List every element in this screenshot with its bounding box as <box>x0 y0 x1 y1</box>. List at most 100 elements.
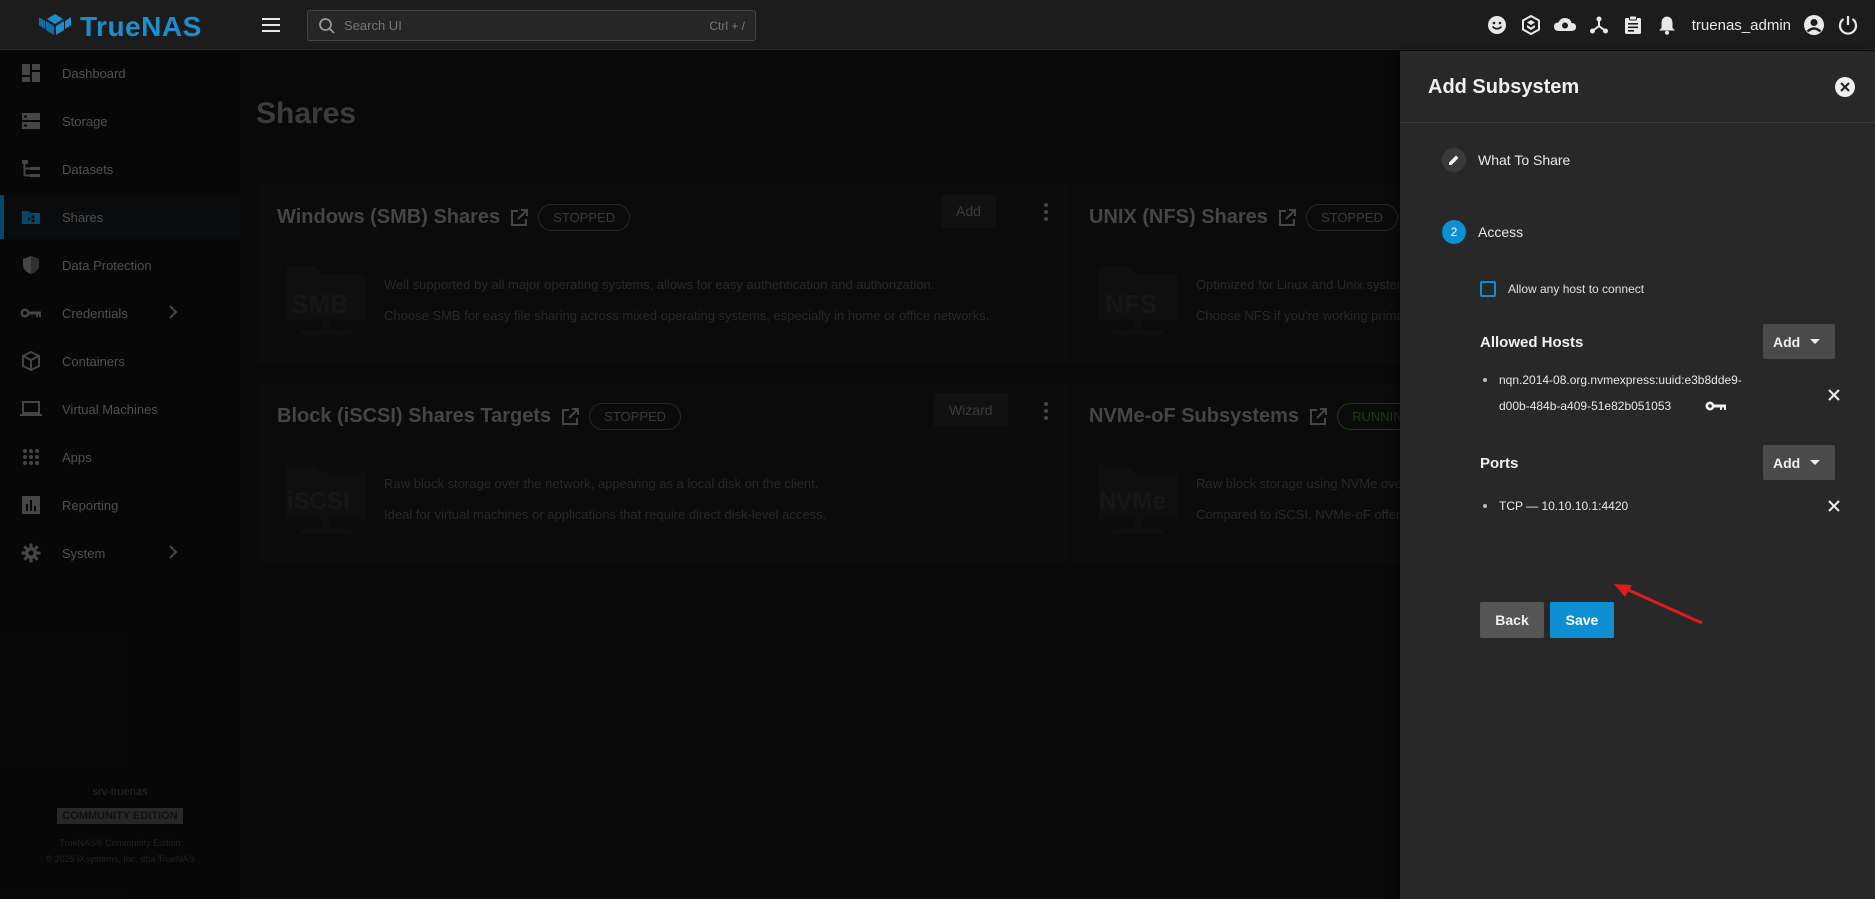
open-in-new-icon[interactable] <box>510 208 529 227</box>
directory-services-button[interactable] <box>1548 8 1582 42</box>
smb-shares-card: Windows (SMB) Shares STOPPED Add SMB Wel… <box>260 185 1068 363</box>
open-in-new-icon[interactable] <box>1278 208 1296 227</box>
card-description: Choose SMB for easy file sharing across … <box>384 308 990 323</box>
truenas-logo-icon <box>39 14 71 35</box>
list-bullet <box>1483 378 1487 382</box>
truecommand-icon <box>1521 15 1540 35</box>
step-label: What To Share <box>1478 152 1571 168</box>
truenas-logo[interactable]: TrueNAS <box>38 11 202 43</box>
ports-title: Ports <box>1480 455 1519 472</box>
power-button[interactable] <box>1831 8 1865 42</box>
search-input[interactable] <box>344 18 710 33</box>
truecommand-button[interactable] <box>1514 8 1548 42</box>
power-icon <box>1838 16 1858 35</box>
key-icon <box>20 302 42 324</box>
hostname-label: srv-truenas <box>92 786 148 798</box>
hamburger-icon <box>262 18 280 32</box>
caret-down-icon <box>1810 460 1821 465</box>
allowed-hosts-title: Allowed Hosts <box>1480 334 1584 351</box>
add-allowed-host-button[interactable]: Add <box>1763 324 1835 359</box>
search-box[interactable]: Ctrl + / <box>307 10 756 41</box>
shares-icon <box>20 206 42 228</box>
search-icon <box>319 17 335 34</box>
sidebar-item-storage[interactable]: Storage <box>0 99 240 143</box>
save-button[interactable]: Save <box>1550 602 1614 638</box>
sidebar-item-data-protection[interactable]: Data Protection <box>0 243 240 287</box>
username-label[interactable]: truenas_admin <box>1692 17 1791 34</box>
top-bar: TrueNAS Ctrl + / <box>0 0 1875 50</box>
allowed-host-item: nqn.2014-08.org.nvmexpress:uuid:e3b8dde9… <box>1480 367 1840 423</box>
step-access[interactable]: 2 Access <box>1442 220 1523 244</box>
open-in-new-icon[interactable] <box>1309 407 1328 426</box>
chevron-right-icon <box>169 545 178 559</box>
jobs-network-icon <box>1589 16 1608 34</box>
host-nqn-line: nqn.2014-08.org.nvmexpress:uuid:e3b8dde9… <box>1499 373 1742 387</box>
sidebar-item-system[interactable]: System <box>0 531 240 575</box>
feedback-button[interactable] <box>1480 8 1514 42</box>
add-button-label: Add <box>1773 333 1801 350</box>
annotation-arrow <box>1614 584 1703 625</box>
sidebar-item-reporting[interactable]: Reporting <box>0 483 240 527</box>
page-title: Shares <box>256 97 357 130</box>
sidebar-item-label: Containers <box>62 353 125 369</box>
remove-port-icon[interactable] <box>1826 498 1842 514</box>
chevron-right-icon <box>169 305 178 319</box>
add-smb-share-button[interactable]: Add <box>941 194 996 228</box>
sidebar-item-label: Virtual Machines <box>62 401 158 417</box>
iscsi-wizard-button[interactable]: Wizard <box>934 393 1008 427</box>
logo-text: TrueNAS <box>80 11 202 42</box>
search-shortcut-hint: Ctrl + / <box>709 18 745 33</box>
tasks-button[interactable] <box>1616 8 1650 42</box>
open-in-new-icon[interactable] <box>561 407 580 426</box>
sidebar-item-label: Dashboard <box>62 65 126 81</box>
back-button[interactable]: Back <box>1480 602 1544 638</box>
step-label: Access <box>1478 224 1524 240</box>
sidebar-item-datasets[interactable]: Datasets <box>0 147 240 191</box>
shield-icon <box>20 254 42 276</box>
sidebar-item-dashboard[interactable]: Dashboard <box>0 51 240 95</box>
sidebar-item-containers[interactable]: Containers <box>0 339 240 383</box>
account-button[interactable] <box>1797 8 1831 42</box>
key-icon[interactable] <box>1705 400 1727 412</box>
storage-icon <box>20 110 42 132</box>
host-nqn-line: d00b-484b-a409-51e82b051053 <box>1499 399 1672 413</box>
card-title-text[interactable]: NVMe-oF Subsystems <box>1089 405 1299 428</box>
directory-services-icon <box>1553 18 1576 31</box>
card-description: Raw block storage over the network, appe… <box>384 476 819 491</box>
close-panel-button[interactable] <box>1833 75 1857 99</box>
sidebar-item-credentials[interactable]: Credentials <box>0 291 240 335</box>
more-vert-icon[interactable] <box>1036 200 1056 224</box>
sidebar-item-apps[interactable]: Apps <box>0 435 240 479</box>
jobs-button[interactable] <box>1582 8 1616 42</box>
port-item: TCP — 10.10.10.1:4420 <box>1480 493 1840 521</box>
close-circle-icon <box>1835 77 1855 97</box>
menu-toggle-button[interactable] <box>260 14 282 36</box>
allow-any-host-row[interactable]: Allow any host to connect <box>1480 281 1644 297</box>
add-port-button[interactable]: Add <box>1763 445 1835 480</box>
sidebar-item-label: Datasets <box>62 161 114 177</box>
datasets-icon <box>20 158 42 180</box>
card-description: Well supported by all major operating sy… <box>384 277 935 292</box>
add-button-label: Add <box>1773 454 1801 471</box>
edition-badge: COMMUNITY EDITION <box>57 808 183 824</box>
step-what-to-share[interactable]: What To Share <box>1442 148 1570 172</box>
card-title-text[interactable]: UNIX (NFS) Shares <box>1089 206 1268 229</box>
alerts-button[interactable] <box>1650 8 1684 42</box>
main-content: Shares Windows (SMB) Shares STOPPED Add … <box>240 51 1640 899</box>
sidebar-item-label: Data Protection <box>62 257 152 273</box>
gear-icon <box>20 542 42 564</box>
account-circle-icon <box>1804 15 1824 35</box>
more-vert-icon[interactable] <box>1036 399 1056 423</box>
card-icon-text: SMB <box>291 289 349 319</box>
card-title-text[interactable]: Block (iSCSI) Shares Targets <box>277 405 551 428</box>
allow-any-host-label[interactable]: Allow any host to connect <box>1508 282 1644 296</box>
cube-icon <box>20 350 42 372</box>
copyright-line[interactable]: © 2025 iXsystems, Inc. dba TrueNAS <box>0 854 240 864</box>
card-title-text[interactable]: Windows (SMB) Shares <box>277 206 500 229</box>
sidebar: Dashboard Storage Datasets Shares Data P… <box>0 51 240 899</box>
allow-any-host-checkbox[interactable] <box>1480 281 1496 297</box>
remove-host-icon[interactable] <box>1826 387 1842 403</box>
sidebar-item-virtual-machines[interactable]: Virtual Machines <box>0 387 240 431</box>
sidebar-item-shares[interactable]: Shares <box>0 195 240 239</box>
card-title: NVMe-oF Subsystems RUNNIN <box>1089 403 1418 430</box>
